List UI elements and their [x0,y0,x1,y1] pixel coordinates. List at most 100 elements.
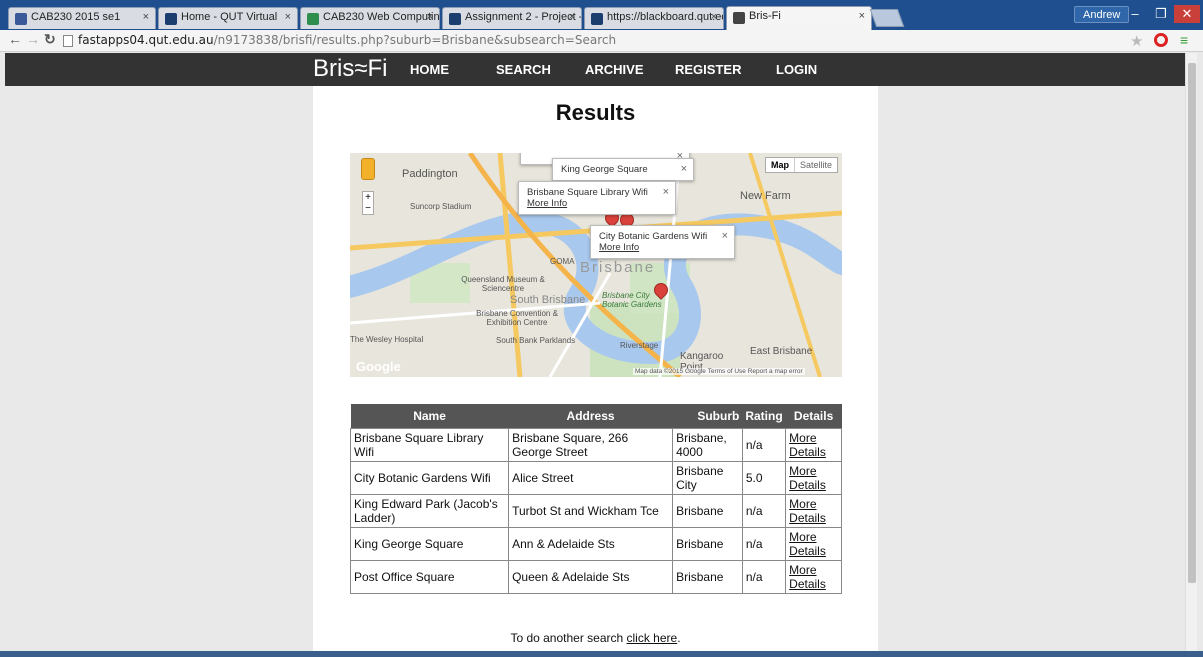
zoom-control[interactable]: + − [362,191,374,215]
google-logo: Google [356,359,401,374]
cell-rating: n/a [741,494,787,528]
close-icon[interactable]: × [427,11,433,23]
more-info-link[interactable]: More Info [599,242,726,253]
close-icon[interactable]: × [681,163,687,175]
info-window-title: City Botanic Gardens Wifi [599,231,708,242]
more-details-link[interactable]: More Details [789,563,826,591]
cell-suburb: Brisbane [672,494,743,528]
qut-icon [165,13,177,25]
browser-tab-strip: CAB230 2015 se1 × Home - QUT Virtual × C… [0,0,1203,30]
info-window-brisbane-square: Brisbane Square Library Wifi More Info × [518,181,676,215]
back-arrow-icon[interactable]: ← [8,31,22,47]
table-row: King George Square Ann & Adelaide Sts Br… [349,527,842,561]
map-type-satellite[interactable]: Satellite [793,158,837,172]
cell-name: King Edward Park (Jacob's Ladder) [349,494,510,528]
scrollbar-thumb[interactable] [1188,63,1196,583]
nav-register[interactable]: REGISTER [675,62,741,77]
more-details-link[interactable]: More Details [789,530,826,558]
map-attribution: Map data ©2015 Google Terms of Use Repor… [633,368,805,375]
site-logo[interactable]: Bris≈Fi [313,55,388,83]
results-map[interactable]: + − Map Satellite Paddington Suncorp Stadi… [350,153,842,377]
map-label-wesley: The Wesley Hospital [350,335,424,344]
results-table: Name Address Suburb Rating Details Brisb… [349,404,842,594]
cell-suburb: Brisbane [672,527,743,561]
wifi-icon [733,12,745,24]
nav-search[interactable]: SEARCH [496,62,551,77]
cell-rating: n/a [741,527,787,561]
tab-qut-virtual[interactable]: Home - QUT Virtual × [158,7,298,29]
close-icon[interactable]: × [569,11,575,23]
close-icon[interactable]: × [285,11,291,23]
page-icon [63,35,73,47]
page-scrollbar[interactable] [1185,53,1197,651]
window-close-button[interactable]: ✕ [1174,5,1200,23]
close-icon[interactable]: × [711,11,717,23]
nav-archive[interactable]: ARCHIVE [585,62,644,77]
table-row: Brisbane Square Library Wifi Brisbane Sq… [349,428,842,462]
map-type-map[interactable]: Map [766,158,794,172]
close-icon[interactable]: × [859,10,865,22]
tab-label: Bris-Fi [749,10,781,22]
click-here-link[interactable]: click here [627,631,678,645]
info-window-king-george: King George Square × [552,158,694,181]
map-label-museum: Queensland Museum & Sciencentre [461,275,545,293]
tab-blackboard[interactable]: https://blackboard.qut.edu × [584,7,724,29]
tab-label: CAB230 Web Computing [323,11,440,23]
opera-extension-icon[interactable] [1154,33,1168,47]
cell-address: Queen & Adelaide Sts [508,560,674,594]
cell-rating: n/a [741,560,787,594]
nav-home[interactable]: HOME [410,62,449,77]
table-row: City Botanic Gardens Wifi Alice Street B… [349,461,842,495]
cell-address: Turbot St and Wickham Tce [508,494,674,528]
tab-cab230-facebook[interactable]: CAB230 2015 se1 × [8,7,156,29]
new-tab-button[interactable] [869,9,905,27]
tab-label: https://blackboard.qut.edu [607,11,724,23]
close-icon[interactable]: × [663,186,669,198]
street-view-pegman-icon[interactable] [361,158,375,180]
search-again-text: To do another search click here. [313,631,878,645]
cell-suburb: Brisbane [672,560,743,594]
reload-icon[interactable]: ↻ [44,31,56,48]
map-label-south-brisbane: South Brisbane [510,294,586,306]
search-again-suffix: . [677,631,681,645]
os-taskbar [0,651,1203,657]
tab-brisfi[interactable]: Bris-Fi × [726,6,872,30]
minimize-button[interactable]: – [1122,5,1148,23]
map-label-suncorp: Suncorp Stadium [410,202,472,211]
bookmark-star-icon[interactable]: ★ [1130,32,1143,50]
more-info-link[interactable]: More Info [527,198,667,209]
restore-button[interactable]: ❐ [1148,5,1174,23]
facebook-icon [15,13,27,25]
nav-login[interactable]: LOGIN [776,62,817,77]
col-suburb: Suburb [672,404,743,429]
map-label-botanic: Brisbane City Botanic Gardens [602,291,662,309]
map-label-riverstage: Riverstage [620,341,659,350]
table-row: Post Office Square Queen & Adelaide Sts … [349,560,842,594]
tab-cab230-web[interactable]: CAB230 Web Computing × [300,7,440,29]
map-type-control[interactable]: Map Satellite [764,157,838,173]
cell-address: Ann & Adelaide Sts [508,527,674,561]
profile-button[interactable]: Andrew [1074,6,1130,23]
info-window-title: King George Square [561,164,648,175]
cell-name: Post Office Square [349,560,510,594]
menu-icon[interactable]: ≡ [1180,32,1188,48]
close-icon[interactable]: × [143,11,149,23]
close-icon[interactable]: × [722,230,728,242]
more-details-link[interactable]: More Details [789,464,826,492]
drive-icon [307,13,319,25]
site-navbar: Bris≈Fi HOME SEARCH ARCHIVE REGISTER LOG… [5,53,1185,86]
forward-arrow-icon[interactable]: → [26,31,40,47]
table-header-row: Name Address Suburb Rating Details [350,404,842,429]
main-content: Results + − Map Satellite Paddington Sun… [313,86,878,651]
address-bar-row: ← → ↻ fastapps04.qut.edu.au/n9173838/bri… [0,30,1203,52]
more-details-link[interactable]: More Details [789,431,826,459]
map-label-goma: GOMA [550,257,575,266]
cell-name: King George Square [349,527,510,561]
url-input[interactable]: fastapps04.qut.edu.au/n9173838/brisfi/re… [78,33,616,47]
tab-label: Home - QUT Virtual [181,11,278,23]
search-again-prefix: To do another search [510,631,627,645]
more-details-link[interactable]: More Details [789,497,826,525]
tab-assignment[interactable]: Assignment 2 - Project - ( × [442,7,582,29]
cell-name: City Botanic Gardens Wifi [349,461,510,495]
col-address: Address [508,404,673,429]
